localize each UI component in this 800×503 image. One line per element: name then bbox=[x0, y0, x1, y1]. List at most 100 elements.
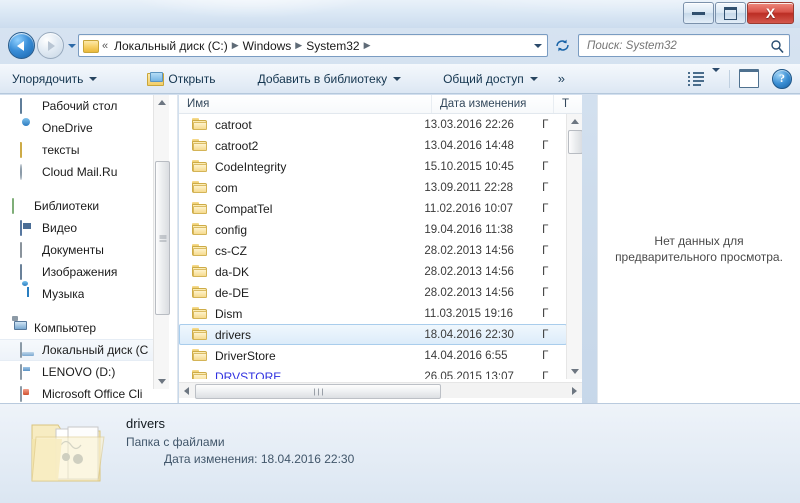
table-row[interactable]: DriverStore 14.04.2016 6:55 Г bbox=[179, 345, 567, 366]
table-row[interactable]: CompatTel 11.02.2016 10:07 Г bbox=[179, 198, 567, 219]
sidebar-item-cloud-mail[interactable]: Cloud Mail.Ru bbox=[0, 161, 165, 183]
open-label: Открыть bbox=[168, 72, 215, 86]
file-date-cell: 28.02.2013 14:56 bbox=[424, 245, 542, 257]
breadcrumb-item-windows[interactable]: Windows bbox=[240, 37, 295, 55]
sidebar-item-label: тексты bbox=[42, 143, 80, 157]
address-bar[interactable]: « Локальный диск (C:) ▶ Windows ▶ System… bbox=[78, 34, 548, 57]
table-row[interactable]: da-DK 28.02.2013 14:56 Г bbox=[179, 261, 567, 282]
computer-icon bbox=[12, 321, 28, 336]
table-row-selected[interactable]: drivers 18.04.2016 22:30 Г bbox=[179, 324, 567, 345]
back-button[interactable] bbox=[8, 32, 35, 59]
breadcrumb-item-system32[interactable]: System32 bbox=[303, 37, 362, 55]
breadcrumb-overflow-icon[interactable]: « bbox=[102, 40, 108, 52]
sidebar-item-texts[interactable]: тексты bbox=[0, 139, 165, 161]
scrollbar-grip-icon bbox=[159, 234, 166, 243]
file-type-cell: Г bbox=[542, 203, 566, 215]
file-list-vertical-scrollbar[interactable] bbox=[566, 114, 582, 379]
chevron-down-icon bbox=[712, 68, 720, 86]
table-row[interactable]: DRVSTORE 26.05.2015 13:07 Г bbox=[179, 366, 567, 379]
drive-icon bbox=[20, 365, 36, 380]
table-row[interactable]: Dism 11.03.2015 19:16 Г bbox=[179, 303, 567, 324]
sidebar-item-label: Cloud Mail.Ru bbox=[42, 165, 117, 179]
scrollbar-thumb[interactable] bbox=[195, 384, 441, 399]
scroll-right-button[interactable] bbox=[567, 383, 582, 398]
sidebar-item-label: OneDrive bbox=[42, 121, 93, 135]
file-name-text: DriverStore bbox=[215, 349, 276, 363]
sidebar-item-local-disk-c[interactable]: Локальный диск (C bbox=[0, 339, 165, 361]
table-row[interactable]: cs-CZ 28.02.2013 14:56 Г bbox=[179, 240, 567, 261]
sidebar-item-computer[interactable]: Компьютер bbox=[0, 317, 165, 339]
breadcrumb-separator-icon[interactable]: ▶ bbox=[364, 40, 371, 51]
recent-locations-button[interactable] bbox=[67, 36, 77, 56]
file-name-cell: de-DE bbox=[180, 286, 424, 300]
file-date-cell: 11.03.2015 19:16 bbox=[424, 308, 542, 320]
sidebar-item-onedrive[interactable]: OneDrive bbox=[0, 117, 165, 139]
preview-pane-toggle-icon[interactable] bbox=[739, 69, 759, 88]
file-date-cell: 26.05.2015 13:07 bbox=[424, 371, 542, 380]
triangle-right-icon bbox=[572, 387, 577, 395]
table-row[interactable]: config 19.04.2016 11:38 Г bbox=[179, 219, 567, 240]
scroll-up-button[interactable] bbox=[567, 114, 582, 129]
forward-button[interactable] bbox=[37, 32, 64, 59]
share-button[interactable]: Общий доступ bbox=[435, 67, 546, 91]
change-view-icon[interactable] bbox=[688, 71, 705, 86]
sidebar-item-label: Библиотеки bbox=[34, 199, 99, 213]
file-type-cell: Г bbox=[542, 266, 566, 278]
sidebar-item-lenovo-d[interactable]: LENOVO (D:) bbox=[0, 361, 165, 383]
file-list-rows: catroot 13.03.2016 22:26 Г catroot2 13.0… bbox=[179, 114, 567, 379]
file-name-cell: CodeIntegrity bbox=[180, 160, 424, 174]
back-arrow-icon bbox=[17, 41, 24, 51]
search-input[interactable] bbox=[585, 35, 767, 56]
sidebar-item-label: Компьютер bbox=[34, 321, 96, 335]
scrollbar-thumb[interactable] bbox=[155, 161, 170, 315]
help-icon[interactable]: ? bbox=[772, 69, 792, 89]
breadcrumb-item-drive[interactable]: Локальный диск (C:) bbox=[111, 37, 231, 55]
change-view-dropdown[interactable] bbox=[712, 72, 720, 86]
file-name-cell: com bbox=[180, 181, 424, 195]
refresh-button[interactable] bbox=[551, 34, 573, 57]
table-row[interactable]: catroot2 13.04.2016 14:48 Г bbox=[179, 135, 567, 156]
scroll-down-button[interactable] bbox=[567, 364, 582, 379]
triangle-up-icon bbox=[158, 100, 166, 105]
file-type-cell: Г bbox=[542, 350, 566, 362]
sidebar-item-documents[interactable]: Документы bbox=[0, 239, 165, 261]
scroll-left-button[interactable] bbox=[179, 383, 194, 398]
sidebar-item-video[interactable]: Видео bbox=[0, 217, 165, 239]
maximize-button[interactable] bbox=[715, 2, 746, 24]
minimize-button[interactable] bbox=[683, 2, 714, 24]
file-name-text: de-DE bbox=[215, 286, 249, 300]
sidebar-item-desktop[interactable]: Рабочий стол bbox=[0, 95, 165, 117]
navigation-pane-scrollbar[interactable] bbox=[153, 95, 169, 389]
table-row[interactable]: catroot 13.03.2016 22:26 Г bbox=[179, 114, 567, 135]
onedrive-icon bbox=[20, 121, 36, 136]
sidebar-item-libraries[interactable]: Библиотеки bbox=[0, 195, 165, 217]
breadcrumb-separator-icon[interactable]: ▶ bbox=[295, 40, 302, 51]
search-box[interactable] bbox=[578, 34, 790, 57]
office-icon bbox=[20, 387, 36, 402]
file-name-text: com bbox=[215, 181, 238, 195]
table-row[interactable]: CodeIntegrity 15.10.2015 10:45 Г bbox=[179, 156, 567, 177]
scroll-up-button[interactable] bbox=[154, 95, 169, 110]
organize-button[interactable]: Упорядочить bbox=[4, 67, 105, 91]
column-header-name[interactable]: Имя bbox=[179, 95, 432, 113]
table-row[interactable]: com 13.09.2011 22:28 Г bbox=[179, 177, 567, 198]
sidebar-group-gap bbox=[0, 305, 165, 317]
close-button[interactable]: X bbox=[747, 2, 794, 24]
file-list-horizontal-scrollbar[interactable] bbox=[179, 382, 582, 398]
column-header-type[interactable]: Т bbox=[554, 95, 582, 113]
column-header-date-modified[interactable]: Дата изменения bbox=[432, 95, 554, 113]
add-to-library-button[interactable]: Добавить в библиотеку bbox=[250, 67, 410, 91]
chevron-down-icon bbox=[393, 77, 401, 81]
sidebar-item-music[interactable]: Музыка bbox=[0, 283, 165, 305]
folder-icon bbox=[20, 143, 36, 158]
sidebar-item-office-click[interactable]: Microsoft Office Cli bbox=[0, 383, 165, 403]
address-dropdown-button[interactable] bbox=[529, 35, 547, 56]
toolbar-overflow-button[interactable]: » bbox=[552, 71, 571, 86]
open-button[interactable]: Открыть bbox=[139, 67, 223, 91]
scrollbar-thumb[interactable] bbox=[568, 130, 582, 154]
file-date-cell: 13.09.2011 22:28 bbox=[424, 182, 542, 194]
scroll-down-button[interactable] bbox=[154, 374, 169, 389]
table-row[interactable]: de-DE 28.02.2013 14:56 Г bbox=[179, 282, 567, 303]
sidebar-item-pictures[interactable]: Изображения bbox=[0, 261, 165, 283]
breadcrumb-separator-icon[interactable]: ▶ bbox=[232, 40, 239, 51]
